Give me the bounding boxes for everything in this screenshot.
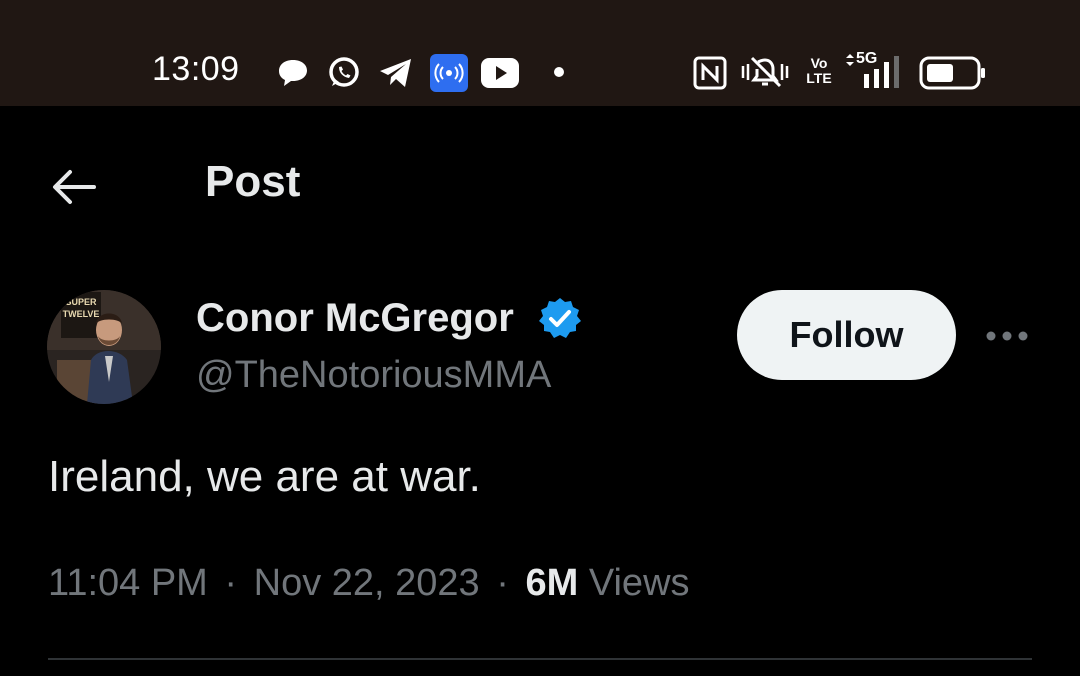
battery-icon: [919, 56, 985, 90]
header: [0, 106, 1080, 256]
post-time[interactable]: 11:04 PM: [48, 562, 208, 604]
5g-label: 5G: [856, 50, 878, 67]
verified-badge-icon: [539, 298, 581, 338]
meta-separator: ·: [224, 562, 238, 604]
more-horizontal-icon: [986, 331, 1028, 341]
views-count[interactable]: 6M: [525, 562, 578, 604]
status-time: 13:09: [152, 50, 240, 88]
chat-bubble-icon: [279, 60, 307, 86]
whatsapp-icon: [329, 57, 359, 87]
avatar-image: SUPER TWELVE: [47, 290, 161, 404]
post-date[interactable]: Nov 22, 2023: [254, 562, 480, 604]
page-title: Post: [205, 157, 301, 206]
volte-icon: Vo LTE: [806, 56, 832, 90]
youtube-icon: [481, 58, 519, 88]
follow-button[interactable]: Follow: [737, 290, 956, 380]
post-meta: 11:04 PM · Nov 22, 2023 · 6M Views: [48, 562, 690, 605]
broadcast-icon: [430, 54, 468, 92]
vibrate-off-icon: [741, 56, 789, 88]
divider: [48, 658, 1032, 660]
nfc-icon: [693, 56, 727, 90]
avatar-sign-text: SUPER: [65, 297, 97, 307]
author-handle[interactable]: @TheNotoriousMMA: [196, 354, 551, 397]
back-button[interactable]: [48, 164, 100, 210]
svg-text:TWELVE: TWELVE: [63, 309, 100, 319]
post-text: Ireland, we are at war.: [48, 452, 481, 501]
views-label[interactable]: Views: [589, 562, 690, 604]
arrow-left-icon: [53, 170, 96, 204]
telegram-icon: [380, 59, 411, 87]
author-name[interactable]: Conor McGregor: [196, 296, 514, 341]
dot-icon: [554, 67, 564, 77]
more-button[interactable]: [982, 318, 1032, 354]
status-bar: 13:09 Vo LTE 5G: [0, 0, 1080, 106]
meta-separator: ·: [496, 562, 509, 604]
avatar[interactable]: SUPER TWELVE: [47, 290, 161, 404]
volte-label: Vo LTE: [806, 55, 832, 86]
